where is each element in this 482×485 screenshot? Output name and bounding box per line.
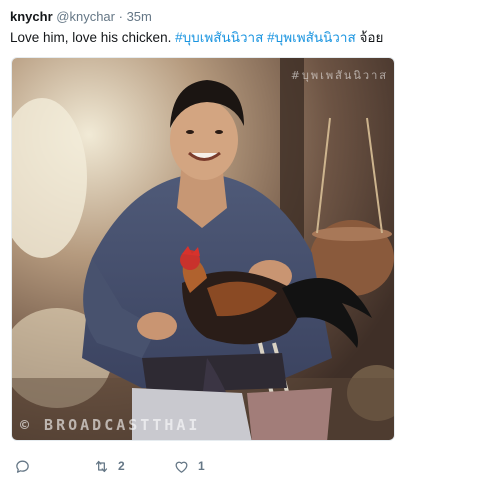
timestamp[interactable]: 35m: [127, 9, 152, 24]
hashtag-link-2[interactable]: #บุพเพสันนิวาส: [267, 30, 356, 45]
hashtag-link-1[interactable]: #บุบเพสันนิวาส: [175, 30, 263, 45]
tweet-header: knychr @knychar · 35m: [10, 9, 152, 25]
reply-button[interactable]: [14, 455, 31, 477]
like-count: 1: [198, 459, 205, 473]
heart-icon: [175, 461, 188, 473]
tweet-text: Love him, love his chicken. #บุบเพสันนิว…: [10, 29, 383, 47]
tweet-photo[interactable]: #บุพเพสันนิวาส © BROADCASTTHAI: [11, 57, 395, 441]
retweet-count: 2: [118, 459, 125, 473]
speech-bubble-icon: [16, 460, 29, 473]
user-handle[interactable]: @knychar: [56, 9, 115, 24]
photo-man-holding-rooster: [12, 58, 394, 440]
photo-watermark-broadcaster: © BROADCASTTHAI: [20, 416, 201, 434]
tweet-text-body: Love him, love his chicken.: [10, 30, 176, 45]
retweet-arrows-icon: [95, 460, 108, 472]
tweet-actions: 2 1: [0, 455, 482, 477]
tweet-text-trailing: จ้อย: [355, 30, 384, 45]
tweet-card: knychr @knychar · 35m Love him, love his…: [0, 0, 482, 485]
like-button[interactable]: 1: [173, 455, 205, 477]
photo-watermark-hashtag: #บุพเพสันนิวาส: [290, 69, 388, 82]
separator-dot: ·: [118, 9, 123, 24]
display-name[interactable]: knychr: [10, 9, 53, 24]
retweet-button[interactable]: 2: [93, 455, 125, 477]
